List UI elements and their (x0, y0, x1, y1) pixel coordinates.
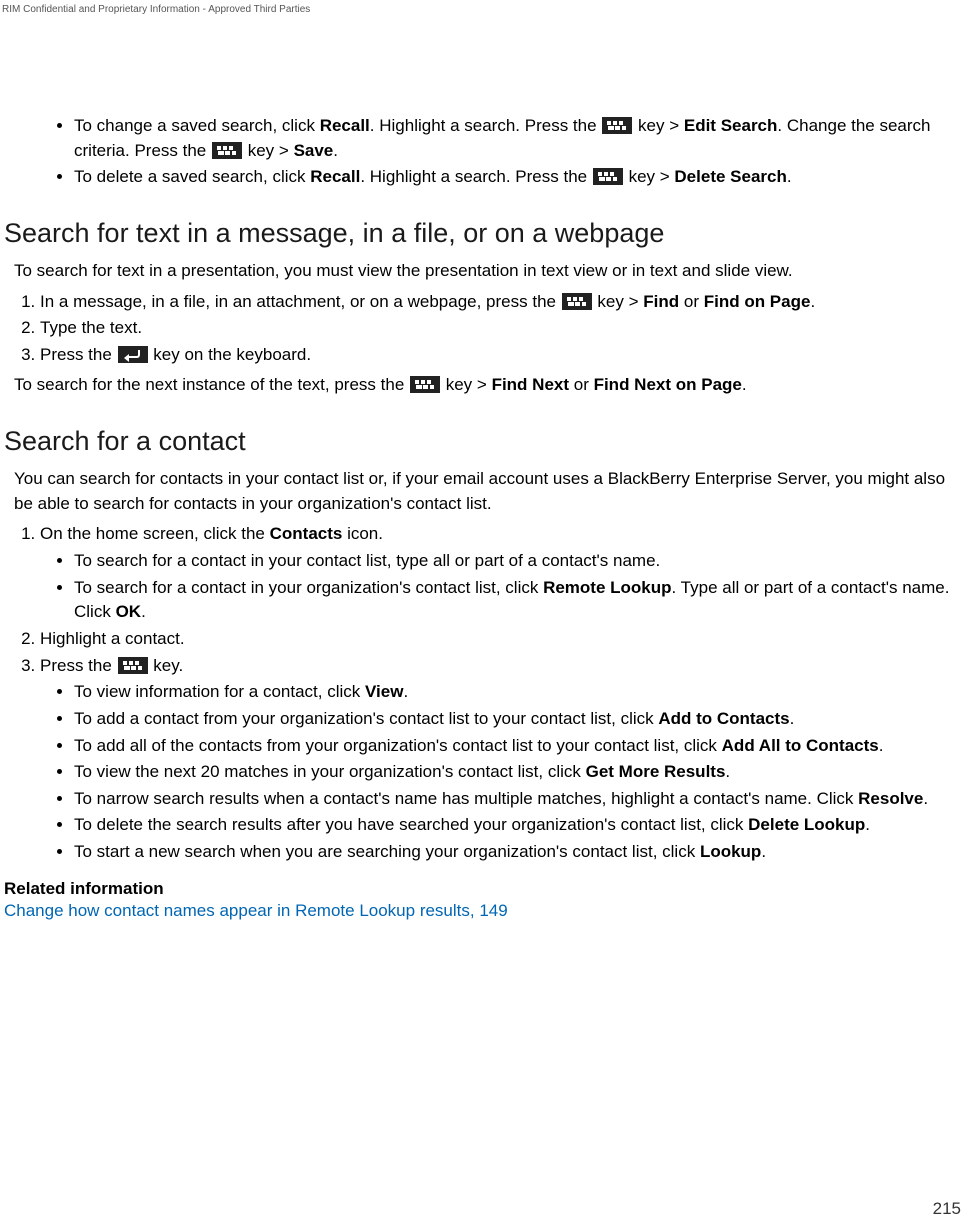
list-item: To start a new search when you are searc… (74, 840, 969, 865)
bold-run: Remote Lookup (543, 578, 671, 597)
menu-key-icon (602, 117, 632, 134)
bold-run: Delete Lookup (748, 815, 865, 834)
list-item: To view the next 20 matches in your orga… (74, 760, 969, 785)
text-run: On the home screen, click the (40, 524, 270, 543)
enter-key-icon (118, 346, 148, 363)
text-run: or (679, 292, 704, 311)
list-item: To add all of the contacts from your org… (74, 734, 969, 759)
text-run: . Highlight a search. Press the (360, 167, 592, 186)
sub-bullet-list: To search for a contact in your contact … (40, 549, 969, 625)
step-item: Type the text. (40, 316, 969, 341)
text-run: To view the next 20 matches in your orga… (74, 762, 586, 781)
text-run: . (141, 602, 146, 621)
text-run: key on the keyboard. (149, 345, 312, 364)
bold-run: Add All to Contacts (722, 736, 879, 755)
list-item: To narrow search results when a contact'… (74, 787, 969, 812)
section-heading-search-text: Search for text in a message, in a file,… (4, 218, 969, 249)
bold-run: View (365, 682, 403, 701)
list-item: To change a saved search, click Recall. … (74, 114, 969, 163)
text-run: To view information for a contact, click (74, 682, 365, 701)
bold-run: Resolve (858, 789, 923, 808)
text-run: . (761, 842, 766, 861)
text-run: Press the (40, 656, 117, 675)
text-run: . Highlight a search. Press the (370, 116, 602, 135)
list-item: To delete the search results after you h… (74, 813, 969, 838)
list-item: To search for a contact in your contact … (74, 549, 969, 574)
bold-run: Save (294, 141, 334, 160)
step-item: Press the key. To view information for a… (40, 654, 969, 865)
steps-list: On the home screen, click the Contacts i… (4, 522, 969, 864)
text-run: . (787, 167, 792, 186)
step-item: On the home screen, click the Contacts i… (40, 522, 969, 625)
menu-key-icon (410, 376, 440, 393)
bold-run: Recall (320, 116, 370, 135)
bold-run: Get More Results (586, 762, 726, 781)
bold-run: Find Next (492, 375, 569, 394)
text-run: . (333, 141, 338, 160)
menu-key-icon (118, 657, 148, 674)
related-info-heading: Related information (4, 877, 969, 902)
text-run: To add all of the contacts from your org… (74, 736, 722, 755)
text-run: icon. (342, 524, 383, 543)
text-run: key > (441, 375, 492, 394)
list-item: To view information for a contact, click… (74, 680, 969, 705)
document-page: RIM Confidential and Proprietary Informa… (0, 0, 973, 1227)
bold-run: Find Next on Page (594, 375, 742, 394)
text-run: . (790, 709, 795, 728)
menu-key-icon (593, 168, 623, 185)
bold-run: Lookup (700, 842, 761, 861)
text-run: . (403, 682, 408, 701)
bold-run: Delete Search (674, 167, 786, 186)
steps-list: In a message, in a file, in an attachmen… (4, 290, 969, 368)
text-run: . (923, 789, 928, 808)
section-heading-search-contact: Search for a contact (4, 426, 969, 457)
step-item: Press the key on the keyboard. (40, 343, 969, 368)
menu-key-icon (562, 293, 592, 310)
text-run: To delete a saved search, click (74, 167, 310, 186)
bold-run: Edit Search (684, 116, 778, 135)
text-run: In a message, in a file, in an attachmen… (40, 292, 561, 311)
page-number: 215 (933, 1199, 961, 1219)
text-run: . (879, 736, 884, 755)
menu-key-icon (212, 142, 242, 159)
text-run: To change a saved search, click (74, 116, 320, 135)
main-content: To change a saved search, click Recall. … (0, 112, 973, 921)
text-run: key > (624, 167, 675, 186)
bold-run: OK (116, 602, 142, 621)
list-item: To delete a saved search, click Recall. … (74, 165, 969, 190)
sub-bullet-list: To view information for a contact, click… (40, 680, 969, 864)
bold-run: Add to Contacts (658, 709, 789, 728)
list-item: To add a contact from your organization'… (74, 707, 969, 732)
text-run: Press the (40, 345, 117, 364)
bold-run: Contacts (270, 524, 343, 543)
section-intro: You can search for contacts in your cont… (14, 467, 961, 516)
related-link[interactable]: Change how contact names appear in Remot… (4, 901, 508, 920)
text-run: To search for a contact in your organiza… (74, 578, 543, 597)
text-run: or (569, 375, 594, 394)
step-item: Highlight a contact. (40, 627, 969, 652)
text-run: To narrow search results when a contact'… (74, 789, 858, 808)
text-run: key > (243, 141, 294, 160)
confidential-header: RIM Confidential and Proprietary Informa… (2, 4, 310, 15)
section-outro: To search for the next instance of the t… (14, 373, 961, 398)
list-item: To search for a contact in your organiza… (74, 576, 969, 625)
text-run: . (810, 292, 815, 311)
section-intro: To search for text in a presentation, yo… (14, 259, 961, 284)
text-run: To search for the next instance of the t… (14, 375, 409, 394)
bold-run: Recall (310, 167, 360, 186)
text-run: To delete the search results after you h… (74, 815, 748, 834)
text-run: key. (149, 656, 184, 675)
text-run: . (865, 815, 870, 834)
step-item: In a message, in a file, in an attachmen… (40, 290, 969, 315)
text-run: To start a new search when you are searc… (74, 842, 700, 861)
text-run: key > (633, 116, 684, 135)
bold-run: Find on Page (704, 292, 811, 311)
text-run: To add a contact from your organization'… (74, 709, 658, 728)
text-run: . (725, 762, 730, 781)
intro-bullet-list: To change a saved search, click Recall. … (4, 114, 969, 190)
text-run: . (742, 375, 747, 394)
bold-run: Find (643, 292, 679, 311)
text-run: key > (593, 292, 644, 311)
